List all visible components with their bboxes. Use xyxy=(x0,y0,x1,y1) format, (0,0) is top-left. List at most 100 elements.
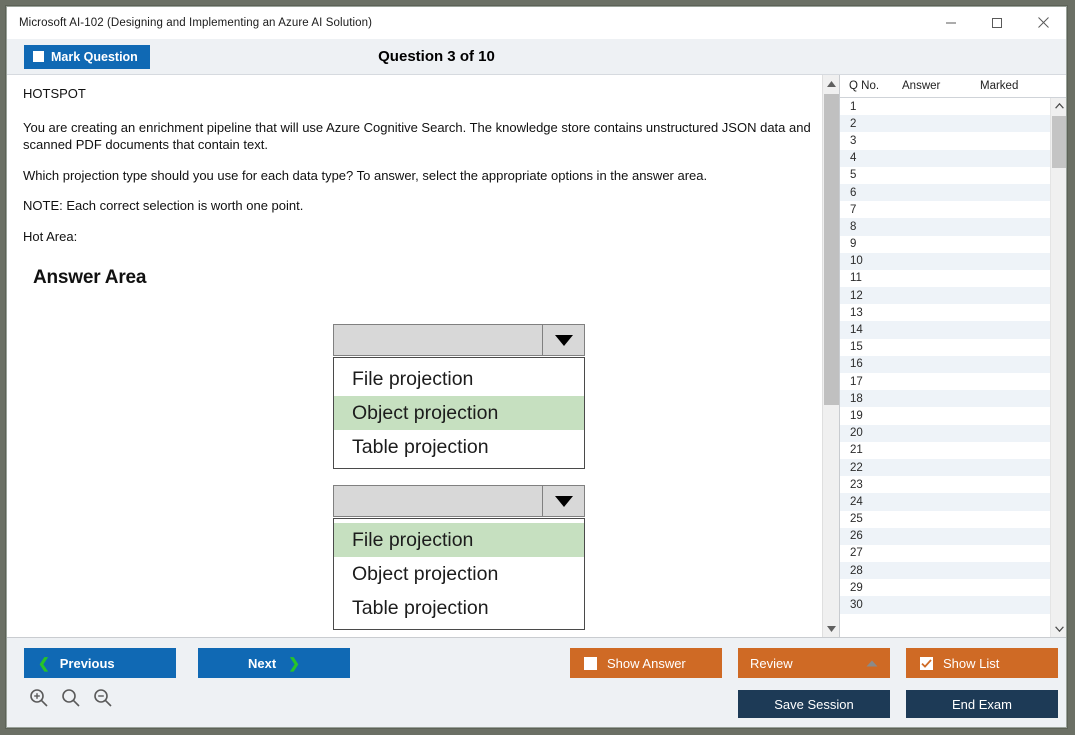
table-row[interactable]: 6 xyxy=(840,183,1050,202)
row-question-number: 11 xyxy=(850,272,862,285)
row-question-number: 27 xyxy=(850,547,863,560)
question-paragraph-2: Which projection type should you use for… xyxy=(23,167,708,183)
zoom-out-icon[interactable] xyxy=(93,688,113,708)
row-question-number: 25 xyxy=(850,513,863,526)
window-controls xyxy=(928,7,1066,39)
table-row[interactable]: 10 xyxy=(840,252,1050,270)
chevron-down-icon[interactable] xyxy=(542,325,584,355)
table-row[interactable]: 24 xyxy=(840,493,1050,511)
table-row[interactable]: 22 xyxy=(840,458,1050,477)
table-row[interactable]: 13 xyxy=(840,304,1050,321)
table-row[interactable]: 21 xyxy=(840,442,1050,459)
row-question-number: 22 xyxy=(850,461,863,474)
zoom-in-icon[interactable] xyxy=(29,688,49,708)
json-data-dropdown[interactable] xyxy=(333,324,585,356)
table-row[interactable]: 8 xyxy=(840,218,1050,236)
table-row[interactable]: 2 xyxy=(840,115,1050,133)
previous-button[interactable]: ❮ Previous xyxy=(24,648,176,678)
table-row[interactable]: 19 xyxy=(840,407,1050,424)
column-header-marked: Marked xyxy=(980,80,1019,92)
scanned-data-value xyxy=(334,486,542,516)
chevron-down-icon[interactable] xyxy=(542,486,584,516)
table-row[interactable]: 11 xyxy=(840,270,1050,287)
table-row[interactable]: 18 xyxy=(840,390,1050,408)
review-dropdown-button[interactable]: Review xyxy=(738,648,890,678)
table-row[interactable]: 29 xyxy=(840,579,1050,596)
row-question-number: 21 xyxy=(850,444,863,457)
show-answer-checkbox[interactable] xyxy=(584,656,597,670)
scrollbar-thumb[interactable] xyxy=(824,94,839,405)
table-row[interactable]: 9 xyxy=(840,236,1050,253)
table-row[interactable]: 27 xyxy=(840,545,1050,562)
zoom-controls xyxy=(29,688,113,708)
window-title: Microsoft AI-102 (Designing and Implemen… xyxy=(19,16,373,29)
table-row[interactable]: 28 xyxy=(840,562,1050,580)
hot-area-label: Hot Area: xyxy=(23,228,78,244)
show-list-button[interactable]: Show List xyxy=(906,648,1058,678)
mark-question-checkbox[interactable] xyxy=(33,51,44,62)
row-question-number: 8 xyxy=(850,220,857,233)
minimize-icon[interactable] xyxy=(928,7,974,39)
row-question-number: 28 xyxy=(850,564,863,577)
show-answer-button[interactable]: Show Answer xyxy=(570,648,722,678)
table-row[interactable]: 1 xyxy=(840,98,1050,115)
scanned-data-option-0[interactable]: File projection xyxy=(334,523,584,557)
table-row[interactable]: 14 xyxy=(840,321,1050,339)
maximize-icon[interactable] xyxy=(974,7,1020,39)
next-button-label: Next xyxy=(248,655,277,671)
row-question-number: 15 xyxy=(850,341,863,354)
table-row[interactable]: 30 xyxy=(840,596,1050,614)
end-exam-button[interactable]: End Exam xyxy=(906,690,1058,718)
question-paragraph-1: You are creating an enrichment pipeline … xyxy=(23,119,811,153)
json-data-option-0[interactable]: File projection xyxy=(334,362,584,396)
row-question-number: 30 xyxy=(850,599,863,612)
row-question-number: 4 xyxy=(850,152,857,165)
scanned-data-dropdown[interactable] xyxy=(333,485,585,517)
table-row[interactable]: 3 xyxy=(840,132,1050,149)
table-row[interactable]: 20 xyxy=(840,424,1050,442)
question-list-header: Q No. Answer Marked xyxy=(840,75,1066,98)
table-row[interactable]: 5 xyxy=(840,167,1050,184)
zoom-reset-icon[interactable] xyxy=(61,688,81,708)
row-question-number: 1 xyxy=(850,100,857,113)
table-row[interactable]: 7 xyxy=(840,201,1050,218)
table-row[interactable]: 26 xyxy=(840,527,1050,545)
row-question-number: 7 xyxy=(850,203,857,216)
answer-area-title: Answer Area xyxy=(33,267,147,289)
chevron-left-icon: ❮ xyxy=(38,655,50,671)
show-list-checkbox[interactable] xyxy=(920,656,933,670)
scroll-down-icon[interactable] xyxy=(823,620,839,637)
row-question-number: 3 xyxy=(850,134,857,147)
list-scroll-down-icon[interactable] xyxy=(1051,621,1067,637)
list-scrollbar-thumb[interactable] xyxy=(1052,116,1066,168)
question-list-pane: Q No. Answer Marked 1 2 3 4 5 6 7 8 9 10 11 12 13 14 1… xyxy=(840,75,1066,637)
scanned-data-clip: Scanned data: File projection Object pro… xyxy=(7,485,839,637)
table-row[interactable]: 17 xyxy=(840,373,1050,390)
scroll-up-icon[interactable] xyxy=(823,75,839,92)
json-data-option-2[interactable]: Table projection xyxy=(334,430,584,464)
question-pane-scrollbar[interactable] xyxy=(822,75,839,637)
row-question-number: 5 xyxy=(850,169,857,182)
row-question-number: 23 xyxy=(850,478,863,491)
scanned-data-option-2[interactable]: Table projection xyxy=(334,591,584,625)
mark-question-label: Mark Question xyxy=(51,49,138,64)
row-question-number: 19 xyxy=(850,409,863,422)
question-list-scrollbar[interactable] xyxy=(1050,98,1066,637)
question-content: HOTSPOT You are creating an enrichment p… xyxy=(7,75,839,637)
table-row[interactable]: 12 xyxy=(840,287,1050,305)
table-row[interactable]: 23 xyxy=(840,476,1050,493)
close-icon[interactable] xyxy=(1020,7,1066,39)
next-button[interactable]: Next ❯ xyxy=(198,648,350,678)
list-scroll-up-icon[interactable] xyxy=(1051,98,1067,114)
table-row[interactable]: 16 xyxy=(840,355,1050,373)
mark-question-button[interactable]: Mark Question xyxy=(24,44,150,69)
table-row[interactable]: 25 xyxy=(840,511,1050,528)
json-data-option-1[interactable]: Object projection xyxy=(334,396,584,430)
table-row[interactable]: 4 xyxy=(840,149,1050,167)
table-row[interactable]: 15 xyxy=(840,339,1050,356)
json-data-option-list: File projection Object projection Table … xyxy=(333,357,585,469)
scanned-data-option-1[interactable]: Object projection xyxy=(334,557,584,591)
save-session-button[interactable]: Save Session xyxy=(738,690,890,718)
show-list-label: Show List xyxy=(943,655,1000,671)
row-question-number: 6 xyxy=(850,186,857,199)
